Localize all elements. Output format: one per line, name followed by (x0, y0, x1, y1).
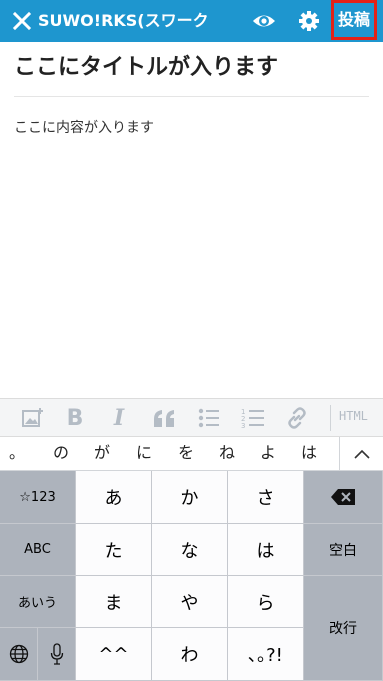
candidate-item[interactable]: が (94, 442, 110, 464)
svg-text:3: 3 (241, 422, 245, 429)
post-button-highlight: 投稿 (331, 0, 377, 40)
candidate-item[interactable]: に (136, 442, 152, 464)
emoticon-key[interactable]: ^^ (76, 628, 152, 681)
site-title: SUWO!RKS(スワーク... (38, 11, 208, 30)
microphone-icon[interactable] (38, 628, 76, 681)
kana-key-ta[interactable]: た (76, 524, 152, 576)
post-body-field[interactable]: ここに内容が入ります (14, 118, 154, 138)
kana-key-ya[interactable]: や (152, 576, 228, 628)
candidate-item[interactable]: よ (260, 442, 276, 464)
candidate-bar: 。 の が に を ね よ は (0, 437, 383, 471)
kana-key-a[interactable]: あ (76, 471, 152, 524)
kana-key-ha[interactable]: は (228, 524, 304, 576)
kana-key-ma[interactable]: ま (76, 576, 152, 628)
kana-key-ra[interactable]: ら (228, 576, 304, 628)
close-icon[interactable] (10, 9, 34, 33)
italic-icon[interactable]: I (108, 405, 130, 431)
enter-key[interactable]: 改行 (304, 576, 383, 681)
gear-icon[interactable] (297, 9, 321, 33)
image-icon[interactable] (20, 405, 46, 431)
bold-icon[interactable]: B (64, 405, 86, 431)
alphabet-mode-key[interactable]: ABC (0, 524, 76, 576)
kana-key-sa[interactable]: さ (228, 471, 304, 524)
eye-icon[interactable] (251, 10, 277, 32)
title-divider (14, 96, 369, 97)
post-button[interactable]: 投稿 (337, 6, 371, 34)
chevron-up-icon[interactable] (339, 437, 383, 470)
candidate-item[interactable]: を (178, 442, 194, 464)
kana-key-wa[interactable]: わ (152, 628, 228, 681)
post-title-field[interactable]: ここにタイトルが入ります (14, 53, 369, 83)
kana-key-ka[interactable]: か (152, 471, 228, 524)
globe-icon[interactable] (0, 628, 38, 681)
kana-mode-key[interactable]: あいう (0, 576, 76, 628)
backspace-icon (331, 489, 355, 505)
delete-key[interactable] (304, 471, 383, 524)
html-mode-button[interactable]: HTML (339, 409, 368, 423)
toolbar-divider (330, 405, 331, 431)
candidate-item[interactable]: は (301, 442, 317, 464)
kana-key-na[interactable]: な (152, 524, 228, 576)
number-mode-key[interactable]: ☆123 (0, 471, 76, 524)
format-toolbar: B I 123 HTML (0, 398, 383, 437)
candidate-item[interactable]: ね (219, 442, 235, 464)
app-header: SUWO!RKS(スワーク... 投稿 (0, 0, 383, 42)
candidate-item[interactable]: の (53, 442, 69, 464)
numbered-list-icon[interactable]: 123 (240, 405, 266, 431)
punctuation-key[interactable]: ､｡?! (228, 628, 304, 681)
candidate-item[interactable]: 。 (9, 442, 25, 464)
link-icon[interactable] (284, 405, 310, 431)
quote-icon[interactable] (151, 405, 177, 431)
ime-keyboard: ☆123 あ か さ ABC た な は 空白 あいう ま や ら 改行 ^^ … (0, 471, 383, 681)
space-key[interactable]: 空白 (304, 524, 383, 576)
bullet-list-icon[interactable] (197, 405, 221, 431)
